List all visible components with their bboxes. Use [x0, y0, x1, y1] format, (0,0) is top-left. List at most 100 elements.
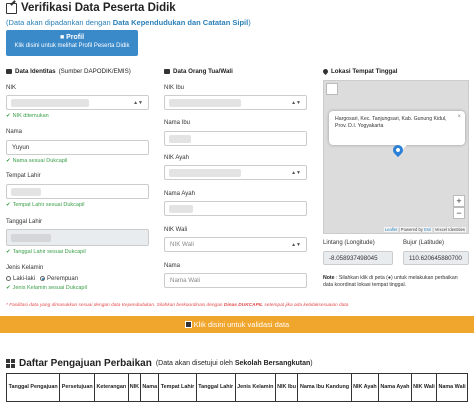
check-icon: ✔: [6, 249, 11, 255]
nama-field[interactable]: Yuyun: [6, 140, 149, 155]
profil-button-title: ■ Profil: [6, 34, 138, 41]
nik-field[interactable]: ▲▼: [6, 95, 149, 110]
tanggal-lahir-field[interactable]: [6, 229, 149, 246]
nik-wali-field[interactable]: NIK Wali ▲▼: [164, 237, 307, 252]
jenis-kelamin-options: Laki-laki Perempuan: [6, 276, 78, 282]
page-subtitle: (Data akan dipadankan dengan Data Kepend…: [6, 18, 251, 27]
note-bold: Note: [323, 275, 335, 281]
validasi-button[interactable]: Klik disini untuk validasi data: [0, 316, 474, 333]
info-line: * Fasilitasi data yang dimasukkan sesuai…: [6, 303, 469, 308]
nik-ibu-field[interactable]: ▲▼: [164, 95, 307, 110]
note-text: : Silahkan klik di peta (: [334, 275, 388, 281]
zoom-out-button[interactable]: −: [453, 207, 465, 219]
map-attribution: Leaflet | Powered by Esri | Vexcel Ident…: [383, 227, 466, 232]
nama-ibu-field[interactable]: [164, 131, 307, 146]
perbaikan-table: Tanggal Pengajuan Persetujuan Keterangan NI…: [5, 373, 468, 402]
column-header: Nama Ibu Kandung: [297, 373, 352, 402]
location-map[interactable]: × Hargosari, Kec. Tanjungsari, Kab. Gunu…: [323, 80, 469, 234]
nik-status-text: NIK ditemukan: [12, 113, 49, 119]
id-card-icon: [6, 69, 12, 74]
subtitle-bold: Data Kependudukan dan Catatan Sipil: [112, 18, 249, 27]
perbaikan-title: Daftar Pengajuan Perbaikan: [19, 358, 152, 369]
perbaikan-note-pre: (Data akan disetujui oleh: [155, 360, 235, 367]
column-header: NIK Ibu: [274, 373, 299, 402]
bujur-value: 110.620645880700: [409, 254, 462, 262]
column-header: Tempat Lahir: [158, 373, 197, 402]
table-header-row: Tanggal Pengajuan Persetujuan Keterangan NI…: [5, 373, 468, 402]
tempat-lahir-blurred-value: [11, 188, 41, 196]
attrib-post: | Vexcel Identities: [431, 227, 465, 232]
tempat-lahir-field[interactable]: [6, 184, 149, 199]
nama-ibu-blurred-value: [169, 135, 191, 143]
profil-button[interactable]: ■ Profil Klik disini untuk melihat Profi…: [6, 30, 138, 56]
radio-laki-laki[interactable]: Laki-laki: [6, 276, 35, 282]
nama-wali-placeholder: Nama Wali: [170, 277, 201, 284]
column-header: Nama: [140, 373, 160, 402]
lintang-value: -8.058937498045: [329, 254, 378, 262]
column-header: Tanggal Lahir: [195, 373, 236, 402]
zoom-in-button[interactable]: +: [453, 195, 465, 207]
info-post: setempat jika ada ketidaksesuaian data: [263, 303, 349, 308]
nik-label: NIK: [6, 85, 17, 91]
nama-field-value: Yuyun: [12, 144, 30, 151]
perbaikan-note: (Data akan disetujui oleh Sekolah Bersan…: [156, 360, 313, 367]
tempat-lahir-label: Tempat Lahir: [6, 173, 41, 179]
identitas-heading-text: Data Identitas: [15, 68, 56, 75]
nama-ayah-field[interactable]: [164, 201, 307, 216]
radio-circle: [6, 276, 11, 281]
radio-laki-laki-label: Laki-laki: [13, 276, 36, 283]
leaflet-link[interactable]: Leaflet: [385, 227, 398, 232]
jenis-kelamin-label: Jenis Kelamin: [6, 265, 44, 271]
validasi-label: Klik disini untuk validasi data: [193, 320, 290, 329]
nik-ayah-field[interactable]: ▲▼: [164, 165, 307, 180]
info-pre: * Fasilitasi data yang dimasukkan sesuai…: [6, 303, 224, 308]
check-icon: ✔: [6, 113, 11, 119]
column-header: Jenis Kelamin: [234, 373, 276, 402]
page-title: Verifikasi Data Peserta Didik: [6, 2, 176, 14]
orangtua-heading-text: Data Orang Tua/Wali: [173, 68, 233, 75]
lintang-label: Lintang (Longitude): [323, 240, 375, 246]
jenis-kelamin-status-text: Jenis Kelamin sesuai Dukcapil: [12, 285, 87, 291]
column-header: NIK Ayah: [350, 373, 380, 402]
spinner-icon: ▲▼: [133, 100, 143, 106]
popup-close-icon[interactable]: ×: [457, 113, 461, 121]
nik-ibu-label: NIK Ibu: [164, 85, 185, 91]
radio-circle-selected: [40, 276, 46, 281]
nama-label: Nama: [6, 129, 23, 135]
nama-status-text: Nama sesuai Dukcapil: [12, 158, 68, 164]
table-icon: [6, 359, 15, 368]
map-zoom-in-mini[interactable]: [326, 83, 338, 95]
lintang-field[interactable]: -8.058937498045: [323, 251, 393, 265]
checkbox-icon: [184, 321, 192, 328]
profil-title-text: Profil: [66, 34, 85, 41]
map-pin-icon: [321, 67, 330, 76]
tanggal-lahir-blurred-value: [11, 234, 51, 242]
nama-ibu-label: Nama Ibu: [164, 120, 191, 126]
lokasi-heading: Lokasi Tempat Tinggal: [321, 67, 397, 76]
perbaikan-note-post: ): [310, 360, 313, 367]
jenis-kelamin-status: ✔ Jenis Kelamin sesuai Dukcapil: [6, 285, 87, 291]
column-header: Persetujuan: [59, 373, 96, 402]
attrib-mid: | Powered by: [397, 227, 425, 232]
identitas-heading-source: (Sumber DAPODIK/EMIS): [58, 68, 131, 75]
check-icon: ✔: [6, 158, 11, 164]
info-bold: Dinas DUKCAPIL: [223, 303, 264, 308]
nik-ayah-blurred-value: [169, 169, 241, 177]
tempat-lahir-status: ✔ Tempat Lahir sesuai Dukcapil: [6, 202, 84, 208]
nik-blurred-value: [11, 99, 89, 107]
nama-status: ✔ Nama sesuai Dukcapil: [6, 158, 67, 164]
identitas-heading: Data Identitas (Sumber DAPODIK/EMIS): [6, 68, 131, 75]
subtitle-pre: (Data akan dipadankan dengan: [6, 18, 113, 27]
spinner-icon: ▲▼: [291, 242, 301, 248]
profil-button-subtitle: Klik disini untuk melihat Profil Peserta…: [14, 43, 130, 49]
users-icon: [164, 69, 170, 74]
nama-wali-label: Nama: [164, 263, 181, 269]
nik-ibu-blurred-value: [169, 99, 241, 107]
radio-perempuan[interactable]: Perempuan: [40, 276, 78, 282]
nik-status: ✔ NIK ditemukan: [6, 113, 49, 119]
nama-wali-field[interactable]: Nama Wali: [164, 273, 307, 288]
check-icon: ✔: [6, 202, 11, 208]
column-header: NIK: [127, 373, 142, 402]
bujur-field[interactable]: 110.620645880700: [403, 251, 469, 265]
column-header: Nama Ayah: [378, 373, 412, 402]
